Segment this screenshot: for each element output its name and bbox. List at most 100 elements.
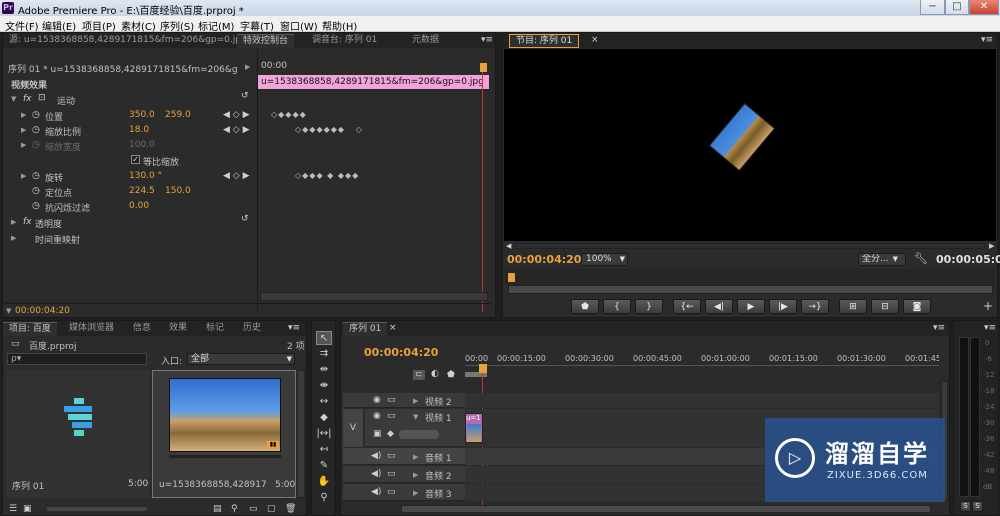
fx-icon[interactable]: fx [23, 217, 32, 227]
step-forward-button[interactable]: |▶ [769, 299, 797, 314]
thumbnail-size-slider[interactable] [47, 507, 147, 511]
menu-clip[interactable]: 素材(C) [121, 18, 156, 33]
minimize-button[interactable]: − [920, 0, 945, 15]
scale-stopwatch-icon[interactable]: ◷ [32, 125, 40, 135]
lift-button[interactable]: ⊞ [839, 299, 867, 314]
project-item-image[interactable]: ▮▮ u=1538368858,4289171815&... 5:00 [152, 370, 296, 498]
tab-effect-controls[interactable]: 特效控制台 [237, 34, 295, 48]
add-marker-icon[interactable]: ⬟ [447, 370, 455, 380]
track-expand-icon[interactable]: ▶ [413, 453, 418, 461]
menu-window[interactable]: 窗口(W) [280, 18, 318, 33]
expand-timeline-icon[interactable]: ▶ [245, 63, 250, 71]
rolling-edit-tool-icon[interactable]: ⇼ [316, 379, 332, 393]
position-stopwatch-icon[interactable]: ◷ [32, 110, 40, 120]
clip-bar[interactable]: u=1538368858,4289171815&fm=206&gp=0.jpg [258, 75, 489, 89]
playhead-marker-icon[interactable] [508, 273, 515, 282]
thumbnail-scrub-bar[interactable] [169, 455, 281, 458]
position-x-value[interactable]: 350.0 [129, 110, 155, 120]
effect-timecode[interactable]: 00:00:04:20 [15, 306, 70, 316]
rotation-keyframes[interactable]: ◇◆◆◆ ◆ ◆◆◆ [295, 171, 359, 180]
solo-left-button[interactable]: S [960, 501, 971, 512]
tab-sequence[interactable]: 序列 01 [343, 322, 388, 336]
menu-project[interactable]: 项目(P) [82, 18, 116, 33]
zoom-tool-icon[interactable]: ⚲ [316, 491, 332, 505]
mark-out-button[interactable]: } [635, 299, 663, 314]
in-point-select[interactable]: 全部 ▼ [187, 353, 295, 365]
position-expand-icon[interactable]: ▶ [21, 111, 26, 119]
razor-tool-icon[interactable]: ◆ [316, 411, 332, 425]
lock-icon[interactable]: ▭ [387, 451, 396, 461]
viewer-h-scrollbar[interactable] [515, 243, 985, 249]
automate-icon[interactable]: ▤ [213, 504, 222, 514]
program-viewer[interactable] [504, 49, 996, 241]
tab-source[interactable]: 源: u=1538368858,4289171815&fm=206&gp=0.j… [3, 34, 253, 48]
tab-media-browser[interactable]: 媒体浏览器 [63, 322, 120, 336]
delete-icon[interactable]: 🗑︎ [285, 504, 296, 514]
panel-menu-icon[interactable]: ▾≡ [933, 323, 945, 333]
menu-help[interactable]: 帮助(H) [322, 18, 357, 33]
panel-menu-icon[interactable]: ▾≡ [481, 35, 493, 45]
anchor-y-value[interactable]: 150.0 [165, 186, 191, 196]
track-select-tool-icon[interactable]: ⇉ [316, 347, 332, 361]
program-zoom-scrollbar[interactable] [508, 285, 993, 294]
rotation-expand-icon[interactable]: ▶ [21, 172, 26, 180]
fx-icon[interactable]: fx [23, 94, 32, 104]
keyframe-nav-icon[interactable]: ◀ ◇ ▶ [223, 110, 250, 120]
mark-in-button[interactable]: { [603, 299, 631, 314]
slip-tool-icon[interactable]: |↔| [316, 427, 332, 441]
keyframe-toggle-icon[interactable]: ◆ [387, 429, 394, 439]
tab-metadata[interactable]: 元数据 [406, 34, 445, 48]
link-icon[interactable]: ◐ [431, 369, 439, 379]
rotation-value[interactable]: 130.0 ° [129, 171, 162, 181]
timeline-h-scrollbar[interactable] [401, 505, 931, 513]
project-v-scrollbar[interactable] [297, 370, 305, 498]
keyframe-scrollbar[interactable] [260, 292, 488, 301]
motion-transform-icon[interactable]: ⊡ [38, 93, 46, 103]
keyframe-nav-icon[interactable]: ◀ ◇ ▶ [223, 125, 250, 135]
tab-history[interactable]: 历史 [237, 322, 267, 336]
scale-value[interactable]: 18.0 [129, 125, 149, 135]
playhead-marker-icon[interactable] [480, 63, 487, 72]
position-keyframes[interactable]: ◇◆◆◆◆ [271, 110, 307, 119]
eye-icon[interactable]: ◉ [373, 395, 381, 405]
timeline-clip[interactable]: u=1 [465, 413, 483, 443]
track-expand-icon[interactable]: ▶ [413, 471, 418, 479]
reset-motion-icon[interactable]: ↺ [241, 91, 249, 101]
hand-tool-icon[interactable]: ✋ [316, 475, 332, 489]
list-view-icon[interactable]: ☰ [9, 504, 17, 514]
slide-tool-icon[interactable]: ↤ [316, 443, 332, 457]
ripple-edit-tool-icon[interactable]: ⇹ [316, 363, 332, 377]
play-button[interactable]: ▶ [737, 299, 765, 314]
lock-icon[interactable]: ▭ [387, 395, 396, 405]
close-tab-icon[interactable]: × [389, 323, 397, 333]
icon-view-icon[interactable]: ▣ [23, 504, 32, 514]
playhead-marker-icon[interactable] [479, 364, 487, 373]
menu-marker[interactable]: 标记(M) [198, 18, 234, 33]
scale-expand-icon[interactable]: ▶ [21, 126, 26, 134]
pen-tool-icon[interactable]: ✎ [316, 459, 332, 473]
add-button-icon[interactable]: + [983, 299, 993, 313]
tab-markers[interactable]: 标记 [200, 322, 230, 336]
project-item-sequence[interactable]: 序列 01 5:00 [6, 370, 150, 498]
speaker-icon[interactable]: ◀) [371, 487, 381, 497]
program-timecode[interactable]: 00:00:04:20 [507, 253, 581, 266]
uniform-scale-checkbox[interactable]: ✓ [131, 155, 140, 164]
time-remap-expand-icon[interactable]: ▶ [11, 234, 16, 242]
timeline-timecode[interactable]: 00:00:04:20 [364, 346, 438, 359]
position-y-value[interactable]: 259.0 [165, 110, 191, 120]
scale-keyframes[interactable]: ◇◆◆◆◆◆◆ ◇ [295, 125, 363, 134]
wrench-icon[interactable]: 🔧︎ [914, 252, 928, 265]
speaker-icon[interactable]: ◀) [371, 451, 381, 461]
speaker-icon[interactable]: ◀) [371, 469, 381, 479]
quality-select[interactable]: 全分... ▼ [858, 253, 906, 266]
rotation-stopwatch-icon[interactable]: ◷ [32, 171, 40, 181]
menu-edit[interactable]: 编辑(E) [42, 18, 76, 33]
menu-sequence[interactable]: 序列(S) [160, 18, 194, 33]
tab-info[interactable]: 信息 [127, 322, 157, 336]
maximize-button[interactable]: □ [945, 0, 969, 15]
menu-title[interactable]: 字幕(T) [240, 18, 274, 33]
rate-stretch-tool-icon[interactable]: ↔ [316, 395, 332, 409]
add-marker-button[interactable]: ⬟ [571, 299, 599, 314]
anchor-x-value[interactable]: 224.5 [129, 186, 155, 196]
opacity-expand-icon[interactable]: ▶ [11, 218, 16, 226]
